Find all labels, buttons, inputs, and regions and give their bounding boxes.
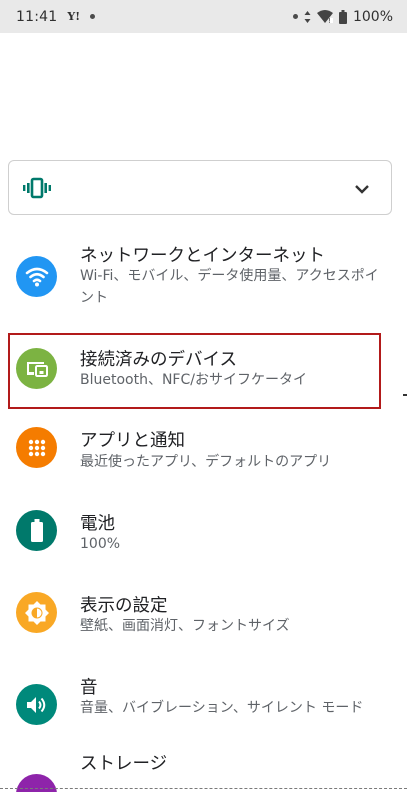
settings-item-title: 電池 xyxy=(80,514,115,534)
data-arrows-icon xyxy=(304,10,311,23)
settings-item-subtitle: 音量、バイブレーション、サイレント モード xyxy=(80,700,364,716)
status-left: 11:41 Y! xyxy=(16,8,96,25)
settings-item-title: 音 xyxy=(80,678,98,698)
settings-item-battery[interactable]: 電池 100% xyxy=(0,502,407,564)
battery-percent: 100% xyxy=(352,8,393,25)
settings-item-subtitle: Wi-Fi、モバイル、データ使用量、アクセスポイント xyxy=(80,268,379,306)
wifi-signal-icon: ! xyxy=(316,10,333,23)
chevron-down-icon[interactable] xyxy=(353,180,371,198)
settings-item-title: ストレージ xyxy=(80,754,168,774)
highlight-box xyxy=(8,333,381,409)
notification-dot-icon xyxy=(292,14,298,19)
carrier-logo-icon: Y! xyxy=(67,10,81,23)
settings-item-display[interactable]: 表示の設定 壁紙、画面消灯、フォントサイズ xyxy=(0,584,407,646)
settings-item-subtitle: 壁紙、画面消灯、フォントサイズ xyxy=(80,618,290,634)
settings-item-subtitle: 最近使ったアプリ、デフォルトのアプリ xyxy=(80,454,332,470)
brightness-icon xyxy=(16,592,57,633)
settings-item-apps[interactable]: アプリと通知 最近使ったアプリ、デフォルトのアプリ xyxy=(0,420,407,482)
settings-item-storage[interactable]: ストレージ xyxy=(0,748,407,792)
vibrate-icon[interactable] xyxy=(23,176,51,200)
wifi-icon xyxy=(16,256,57,297)
settings-item-subtitle: 100% xyxy=(80,536,121,552)
volume-panel[interactable] xyxy=(8,160,392,215)
edge-mark xyxy=(403,394,407,396)
status-right: ! 100% xyxy=(292,8,393,25)
storage-icon xyxy=(16,774,57,792)
status-time: 11:41 xyxy=(16,8,58,25)
settings-item-title: 表示の設定 xyxy=(80,596,168,616)
notification-dot-icon xyxy=(90,14,96,19)
battery-icon xyxy=(16,510,57,551)
status-bar: 11:41 Y! ! 100% xyxy=(0,0,407,33)
settings-item-title: アプリと通知 xyxy=(80,431,185,451)
svg-text:!: ! xyxy=(328,17,331,23)
settings-item-sound[interactable]: 音 音量、バイブレーション、サイレント モード xyxy=(0,666,407,746)
cut-line xyxy=(0,788,407,789)
apps-grid-icon xyxy=(16,427,57,468)
settings-item-network[interactable]: ネットワークとインターネット Wi-Fi、モバイル、データ使用量、アクセスポイン… xyxy=(0,236,407,316)
settings-item-title: ネットワークとインターネット xyxy=(80,246,325,266)
battery-status-icon xyxy=(338,9,347,24)
volume-icon xyxy=(16,684,57,725)
